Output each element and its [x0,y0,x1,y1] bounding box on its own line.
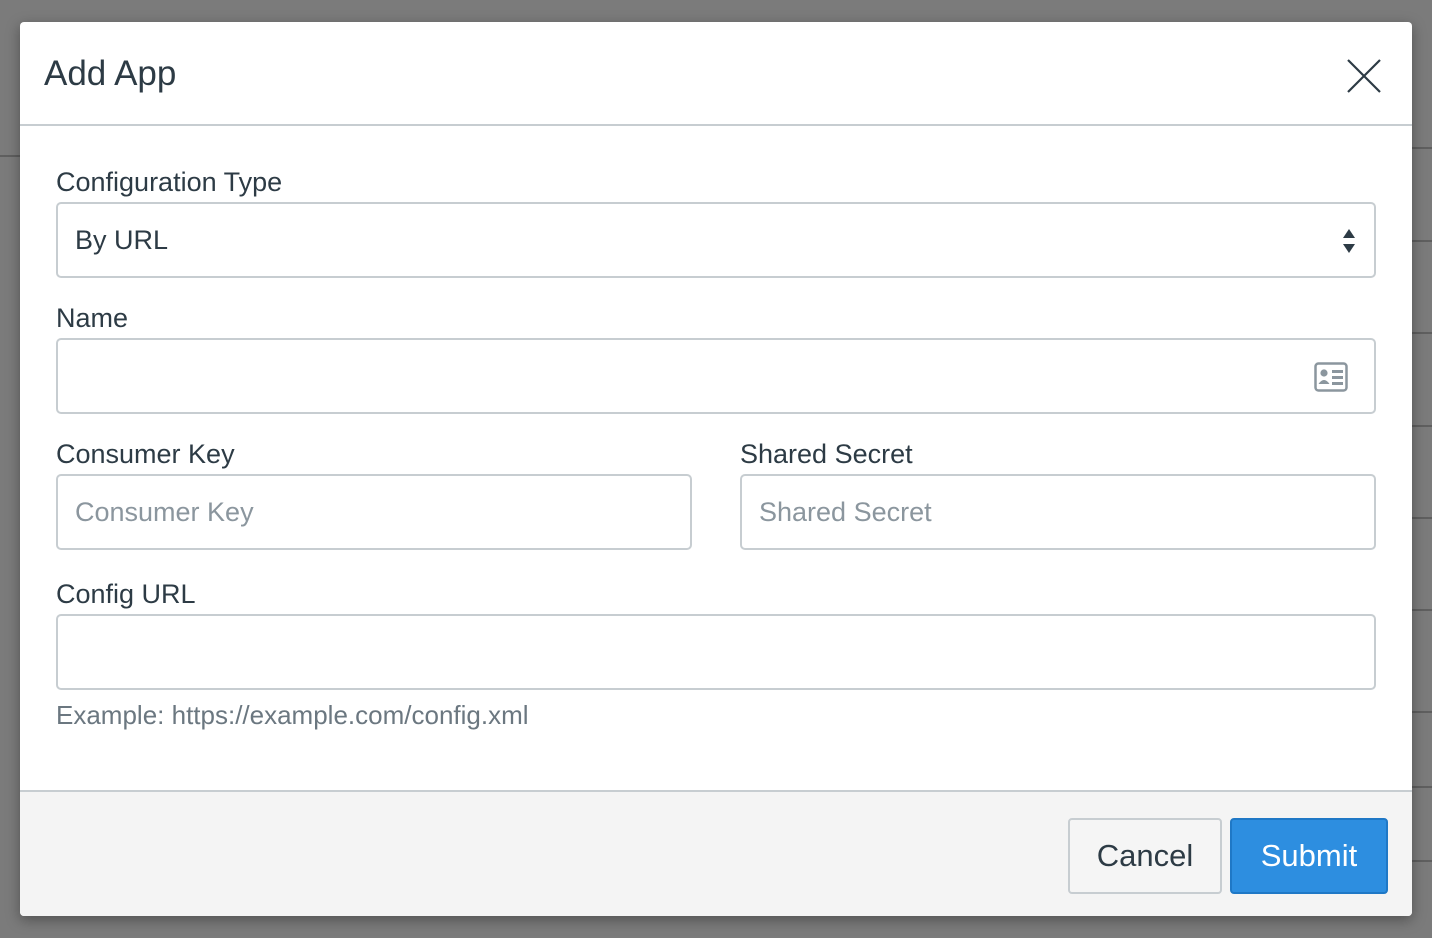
name-label: Name [56,303,129,333]
background-divider [0,155,20,157]
close-button[interactable] [1338,50,1390,102]
dialog-title: Add App [44,54,177,93]
background-divider [1412,332,1432,334]
background-divider [1412,860,1432,862]
consumer-key-input[interactable] [75,476,673,548]
dialog-header: Add App [20,22,1412,126]
background-divider [1412,711,1432,713]
cancel-button[interactable]: Cancel [1068,818,1222,894]
select-arrows-icon [1343,229,1355,253]
submit-button[interactable]: Submit [1230,818,1388,894]
background-divider [1412,517,1432,519]
configuration-type-value: By URL [75,225,169,255]
consumer-key-label: Consumer Key [56,439,235,469]
shared-secret-field [740,474,1376,550]
config-url-input[interactable] [75,616,1357,688]
contact-card-icon [1314,362,1348,392]
background-divider [1412,240,1432,242]
configuration-type-label: Configuration Type [56,167,283,197]
background-divider [1412,609,1432,611]
config-url-hint: Example: https://example.com/config.xml [56,700,529,730]
config-url-field [56,614,1376,690]
background-divider [1412,147,1432,149]
background-divider [1412,786,1432,788]
config-url-label: Config URL [56,579,196,609]
shared-secret-input[interactable] [759,476,1357,548]
configuration-type-select[interactable]: By URL [56,202,1376,278]
add-app-dialog: Add App Configuration Type By URL Name C [20,22,1412,916]
name-field [56,338,1376,414]
name-input[interactable] [75,340,1357,412]
dialog-footer: Cancel Submit [20,790,1412,916]
background-divider [1412,425,1432,427]
consumer-key-field [56,474,692,550]
shared-secret-label: Shared Secret [740,439,913,469]
close-icon [1347,59,1381,93]
